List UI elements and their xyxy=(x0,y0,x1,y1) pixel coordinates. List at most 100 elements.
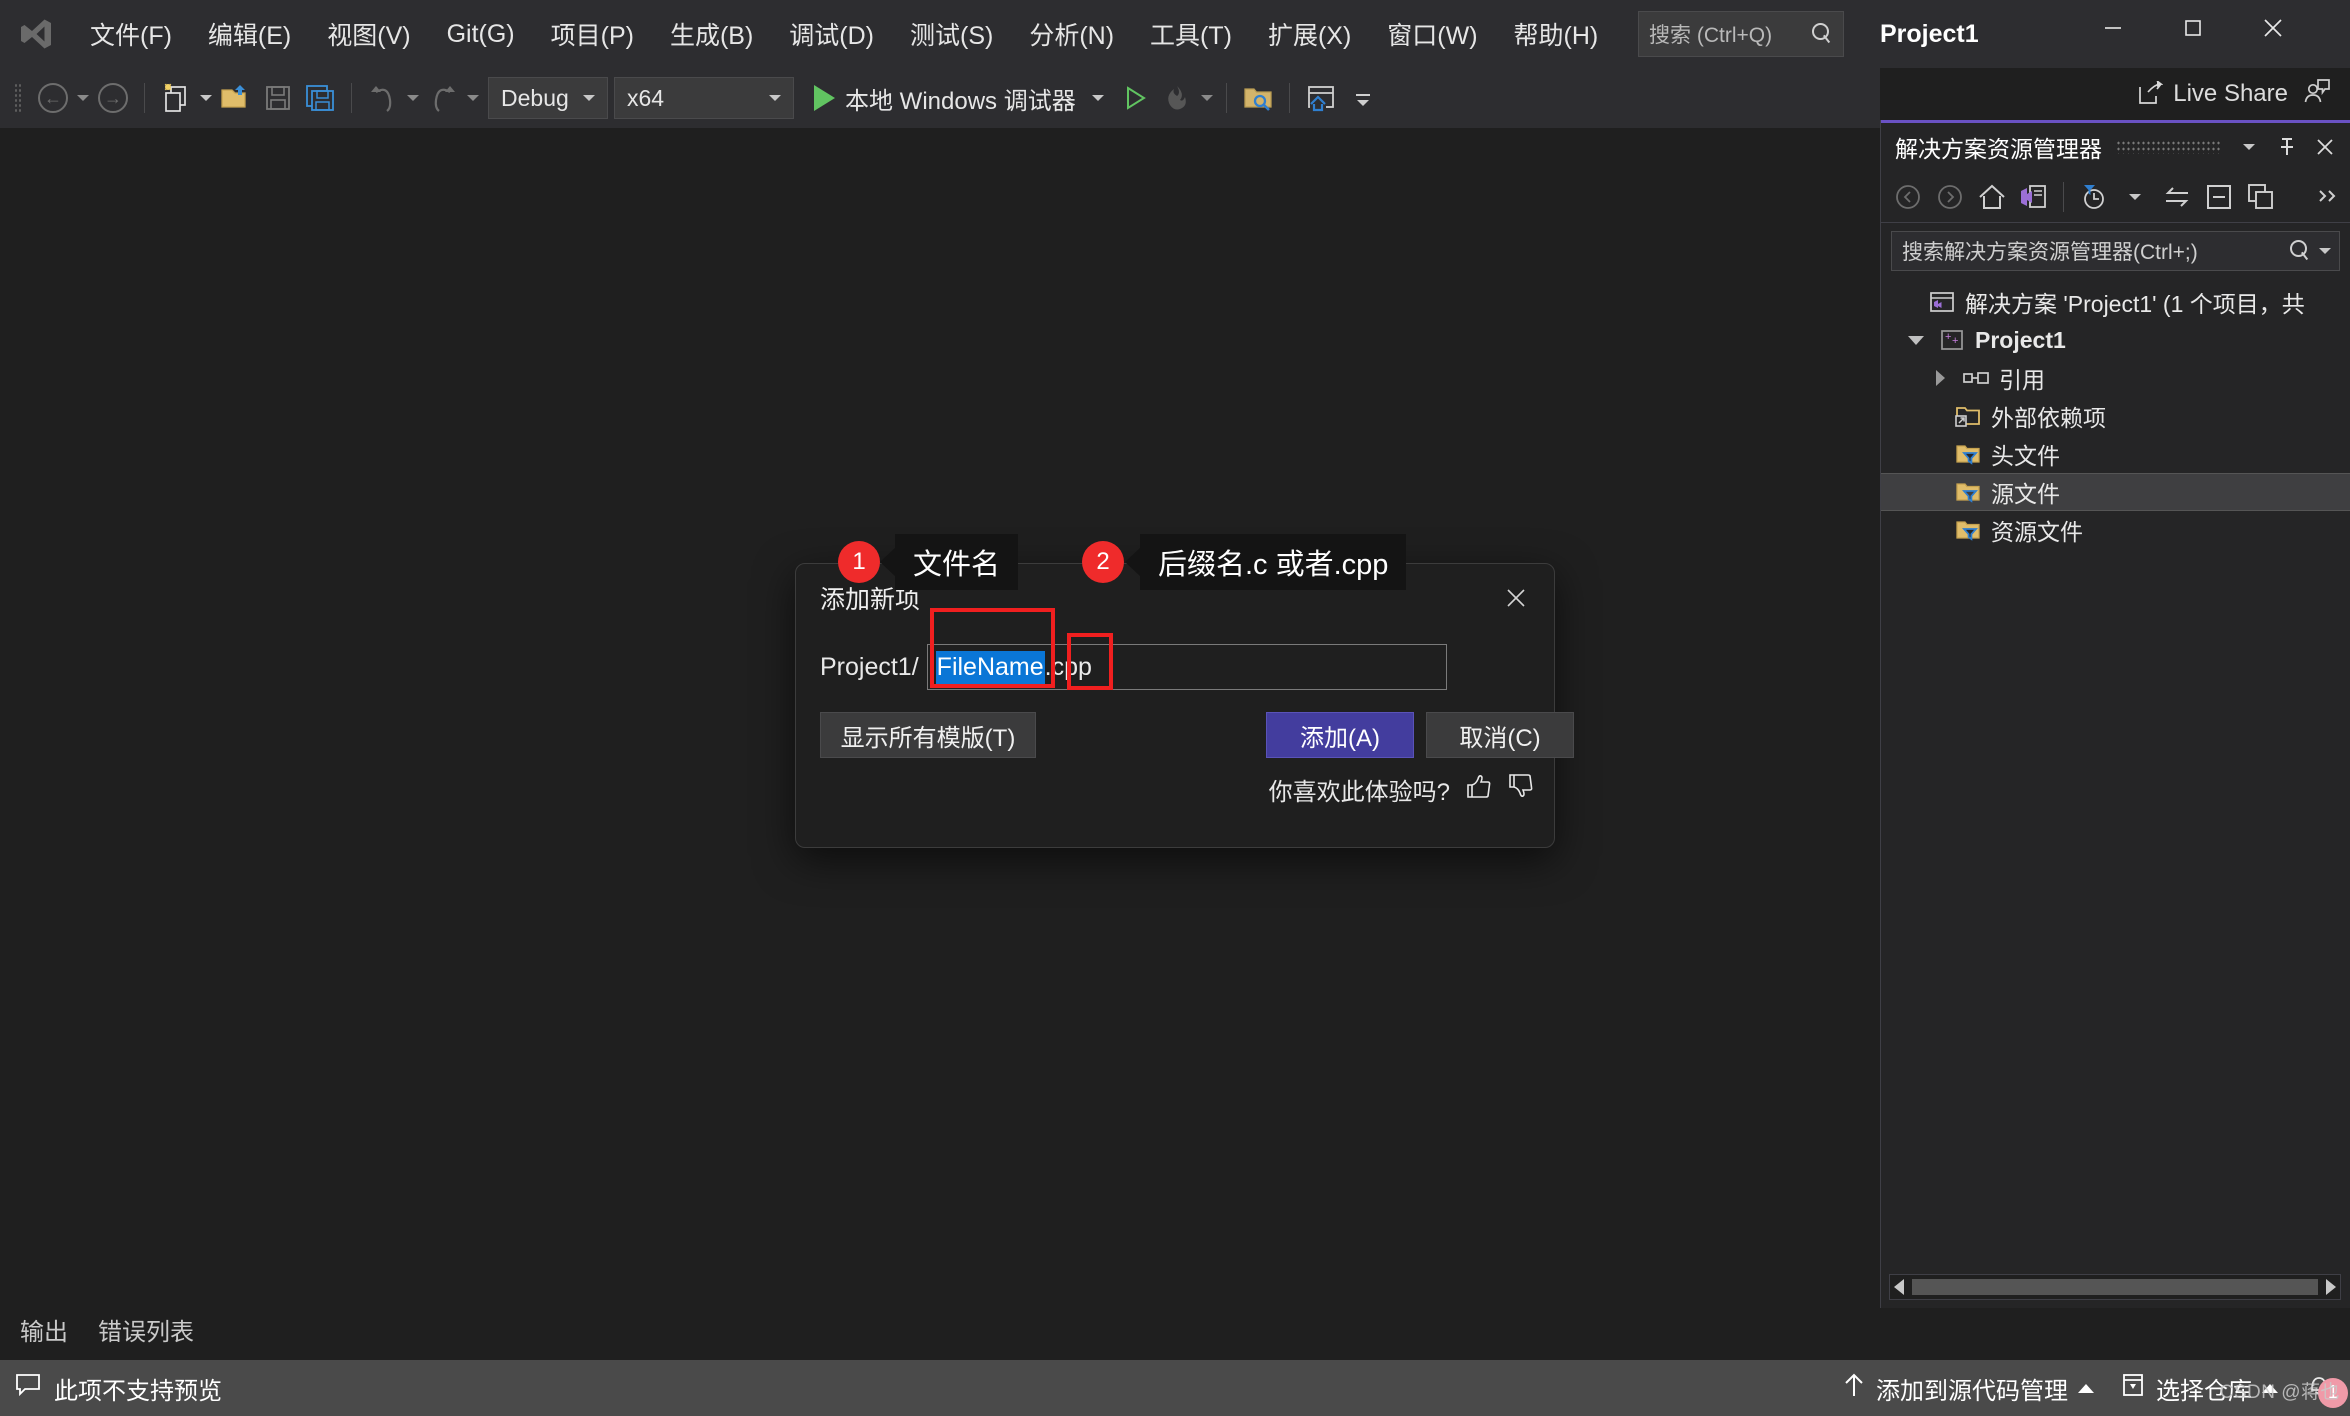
save-all-icon[interactable] xyxy=(299,77,341,119)
filter-dropdown-icon[interactable] xyxy=(2116,178,2154,216)
collapse-all-icon[interactable] xyxy=(2200,178,2238,216)
tree-node-project1[interactable]: ++ Project1 xyxy=(1881,321,2350,359)
back-icon[interactable] xyxy=(1889,178,1927,216)
chevron-down-icon[interactable] xyxy=(2234,132,2264,162)
tree-node-label: 源文件 xyxy=(1991,475,2060,509)
menu-help[interactable]: 帮助(H) xyxy=(1498,10,1615,58)
live-share-button[interactable]: Live Share xyxy=(2137,80,2288,108)
properties-icon[interactable] xyxy=(2242,178,2280,216)
solution-explorer-search-input[interactable]: 搜索解决方案资源管理器(Ctrl+;) xyxy=(1891,231,2340,271)
chevron-down-icon[interactable] xyxy=(2319,248,2331,254)
repository-icon xyxy=(2120,1372,2146,1405)
toolbar-grip[interactable] xyxy=(14,83,22,113)
tree-expander-collapsed[interactable] xyxy=(1927,370,1953,386)
redo-dropdown-icon[interactable] xyxy=(464,77,482,119)
menu-extensions[interactable]: 扩展(X) xyxy=(1252,10,1367,58)
live-share-row: Live Share xyxy=(1880,68,2350,120)
dialog-path-prefix: Project1/ xyxy=(820,653,919,682)
live-share-label: Live Share xyxy=(2173,80,2288,108)
tree-node-solution[interactable]: 解决方案 'Project1' (1 个项目，共 xyxy=(1881,283,2350,321)
thumbs-down-icon[interactable] xyxy=(1506,772,1534,807)
menu-debug[interactable]: 调试(D) xyxy=(773,10,890,58)
panel-drag-dots[interactable] xyxy=(2116,140,2220,154)
dialog-path-row: Project1/ FileName.cpp xyxy=(820,644,1447,690)
tree-expander-expanded[interactable] xyxy=(1903,336,1929,345)
filter-folder-icon xyxy=(1953,480,1983,504)
global-search-input[interactable]: 搜索 (Ctrl+Q) xyxy=(1638,11,1844,57)
new-item-dropdown-icon[interactable] xyxy=(197,77,215,119)
menu-file[interactable]: 文件(F) xyxy=(74,10,188,58)
references-icon xyxy=(1961,368,1991,388)
feedback-label: 你喜欢此体验吗? xyxy=(1269,772,1450,807)
undo-dropdown-icon[interactable] xyxy=(404,77,422,119)
add-to-source-control-label: 添加到源代码管理 xyxy=(1876,1371,2068,1406)
thumbs-up-icon[interactable] xyxy=(1464,772,1492,807)
tree-node-external-dependencies[interactable]: 外部依赖项 xyxy=(1881,397,2350,435)
add-button[interactable]: 添加(A) xyxy=(1266,712,1414,758)
navigate-back-icon[interactable]: ← xyxy=(32,77,74,119)
solution-explorer-horizontal-scrollbar[interactable] xyxy=(1889,1274,2341,1300)
menu-project[interactable]: 项目(P) xyxy=(535,10,650,58)
hot-reload-dropdown-icon[interactable] xyxy=(1198,77,1216,119)
menu-view[interactable]: 视图(V) xyxy=(311,10,426,58)
menu-edit[interactable]: 编辑(E) xyxy=(192,10,307,58)
home-icon[interactable] xyxy=(1973,178,2011,216)
visual-studio-logo-icon xyxy=(0,0,72,68)
sync-with-active-document-icon[interactable] xyxy=(2158,178,2196,216)
play-outline-icon[interactable] xyxy=(1114,77,1156,119)
global-search-placeholder: 搜索 (Ctrl+Q) xyxy=(1649,19,1811,49)
new-item-icon[interactable] xyxy=(155,77,197,119)
pending-changes-filter-icon[interactable] xyxy=(2074,178,2112,216)
menu-git[interactable]: Git(G) xyxy=(431,14,531,55)
toolbar-separator xyxy=(144,83,145,113)
caret-up-icon xyxy=(2078,1384,2094,1393)
folder-search-icon[interactable] xyxy=(1237,77,1279,119)
platform-value: x64 xyxy=(627,85,664,112)
scroll-left-icon[interactable] xyxy=(1894,1279,1904,1295)
scroll-right-icon[interactable] xyxy=(2326,1279,2336,1295)
start-debugging-button[interactable]: 本地 Windows 调试器 xyxy=(804,75,1114,121)
tree-node-references[interactable]: 引用 xyxy=(1881,359,2350,397)
menu-test[interactable]: 测试(S) xyxy=(894,10,1009,58)
tree-node-source-files[interactable]: 源文件 xyxy=(1881,473,2350,511)
window-title: Project1 xyxy=(1880,0,1979,68)
scrollbar-thumb[interactable] xyxy=(1912,1279,2318,1295)
window-close-button[interactable] xyxy=(2240,0,2306,56)
tree-node-resource-files[interactable]: 资源文件 xyxy=(1881,511,2350,549)
toolbar-overflow-icon[interactable] xyxy=(1342,77,1384,119)
dialog-close-button[interactable] xyxy=(1494,576,1538,620)
person-feedback-icon[interactable] xyxy=(2302,77,2332,112)
add-to-source-control-button[interactable]: 添加到源代码管理 xyxy=(1842,1371,2094,1406)
navigate-forward-icon[interactable]: → xyxy=(92,77,134,119)
cancel-button[interactable]: 取消(C) xyxy=(1426,712,1574,758)
solution-tree: 解决方案 'Project1' (1 个项目，共 ++ Project1 xyxy=(1881,279,2350,549)
undo-icon[interactable] xyxy=(362,77,404,119)
window-maximize-button[interactable] xyxy=(2160,0,2226,56)
overflow-icon[interactable] xyxy=(2316,178,2342,216)
watermark-text: CSDN @蒋也 xyxy=(2220,1377,2340,1404)
platform-select[interactable]: x64 xyxy=(614,77,794,119)
menu-window[interactable]: 窗口(W) xyxy=(1371,10,1493,58)
menu-build[interactable]: 生成(B) xyxy=(654,10,769,58)
solution-view-icon[interactable] xyxy=(2015,178,2053,216)
menu-tools[interactable]: 工具(T) xyxy=(1134,10,1248,58)
pin-icon[interactable] xyxy=(2272,132,2302,162)
annotation-callout-1: 文件名 xyxy=(895,534,1018,590)
navigate-back-dropdown-icon[interactable] xyxy=(74,77,92,119)
filter-folder-icon xyxy=(1953,442,1983,466)
hot-reload-icon[interactable] xyxy=(1156,77,1198,119)
close-icon[interactable] xyxy=(2310,132,2340,162)
window-home-icon[interactable] xyxy=(1300,77,1342,119)
open-folder-icon[interactable] xyxy=(215,77,257,119)
add-new-item-dialog: 添加新项 Project1/ FileName.cpp 显示所有模版(T) 添加… xyxy=(795,563,1555,848)
menu-analyze[interactable]: 分析(N) xyxy=(1013,10,1130,58)
save-icon[interactable] xyxy=(257,77,299,119)
configuration-select[interactable]: Debug xyxy=(488,77,608,119)
tab-output[interactable]: 输出 xyxy=(12,1308,76,1357)
window-minimize-button[interactable] xyxy=(2080,0,2146,56)
redo-icon[interactable] xyxy=(422,77,464,119)
forward-icon[interactable] xyxy=(1931,178,1969,216)
tree-node-header-files[interactable]: 头文件 xyxy=(1881,435,2350,473)
tab-error-list[interactable]: 错误列表 xyxy=(90,1308,202,1357)
show-all-templates-button[interactable]: 显示所有模版(T) xyxy=(820,712,1036,758)
